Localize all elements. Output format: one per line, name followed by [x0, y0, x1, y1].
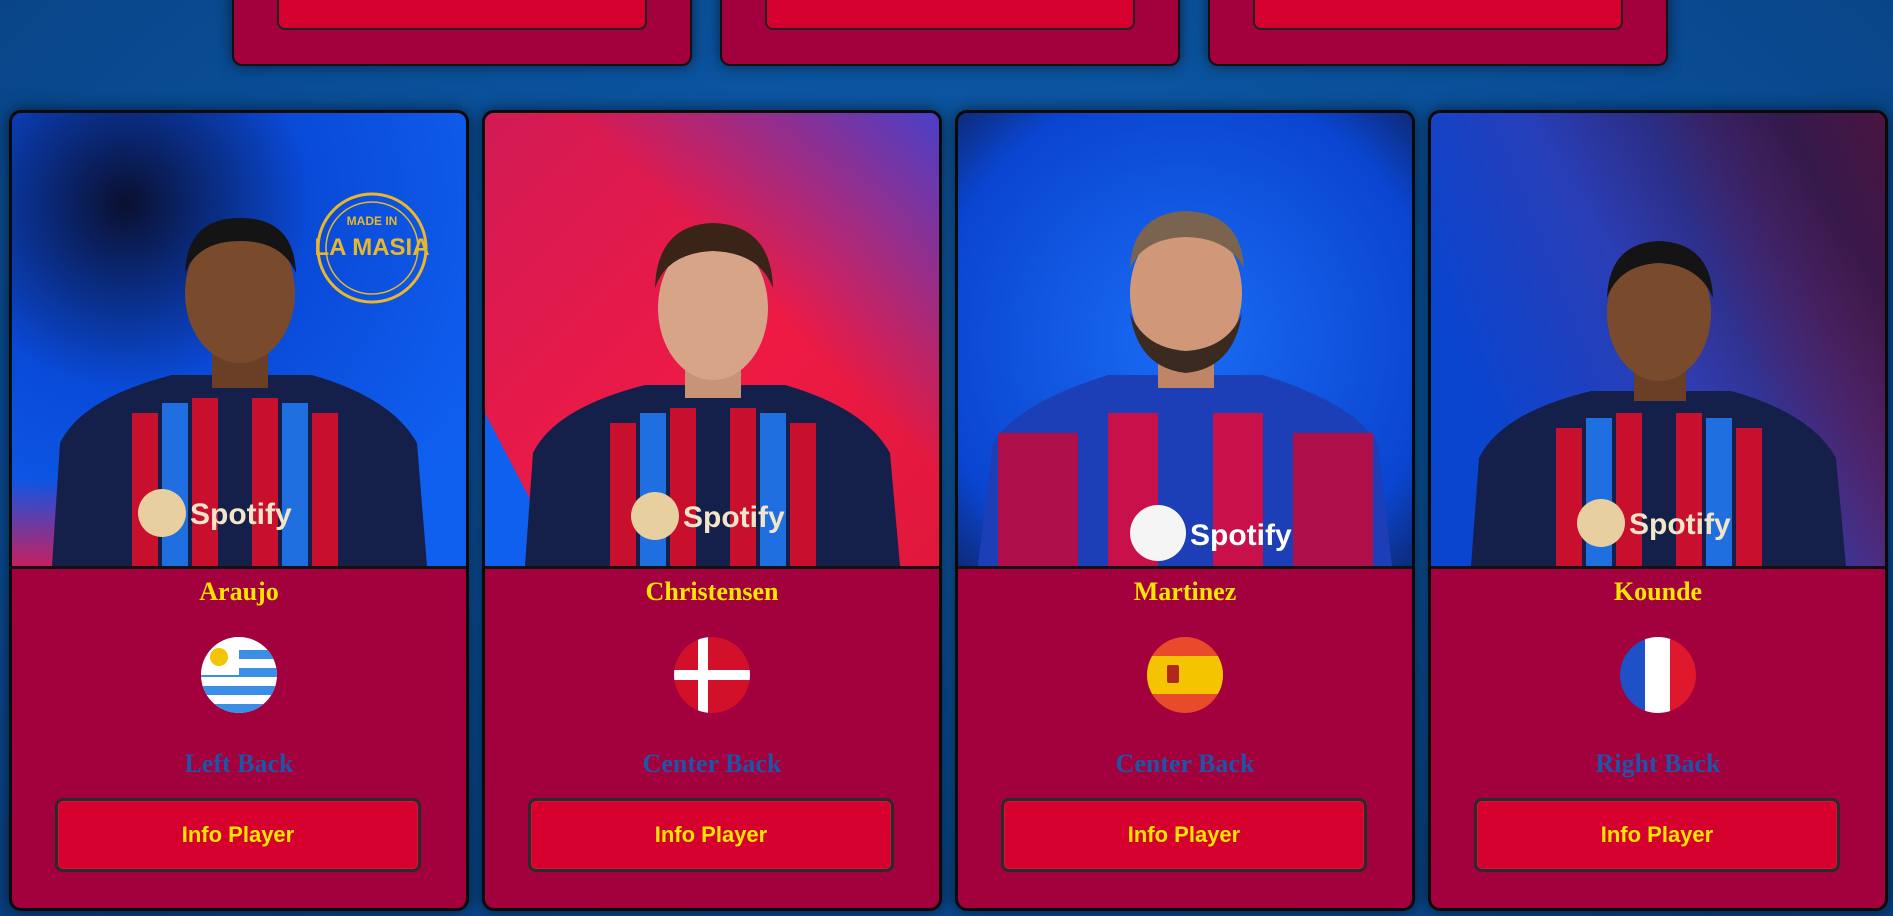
info-player-button[interactable]: Info Player [55, 798, 421, 872]
player-photo: Spotify [485, 113, 939, 569]
player-name: Martinez [1133, 577, 1237, 606]
player-card: Spotify MADE IN LA MASIA Araujo Left Bac [9, 110, 469, 911]
spain-flag-icon [1147, 637, 1223, 713]
sponsor-text: Spotify [1190, 519, 1292, 552]
player-card: Spotify Christensen Center Back Info Pla… [482, 110, 942, 911]
player-card: Spotify Kounde Right Back Info Player [1428, 110, 1888, 911]
sponsor-text: Spotify [683, 501, 785, 534]
player-name: Christensen [645, 577, 779, 606]
badge-line-2: LA MASIA [314, 234, 429, 261]
player-name: Kounde [1613, 577, 1703, 606]
uruguay-flag-icon [201, 637, 277, 713]
info-player-button-partial[interactable] [765, 0, 1135, 30]
info-player-button[interactable]: Info Player [1001, 798, 1367, 872]
player-position: Left Back [184, 749, 294, 778]
info-player-button-partial[interactable] [1253, 0, 1623, 30]
sponsor-text: Spotify [1629, 508, 1731, 541]
player-photo: Spotify MADE IN LA MASIA [12, 113, 466, 569]
player-photo: Spotify [958, 113, 1412, 569]
denmark-flag-icon [674, 637, 750, 713]
badge-line-1: MADE IN [347, 214, 398, 228]
player-position: Center Back [642, 749, 782, 778]
info-player-button[interactable]: Info Player [1474, 798, 1840, 872]
player-position: Right Back [1595, 749, 1721, 778]
player-position: Center Back [1115, 749, 1255, 778]
player-card: Spotify Martinez Center Back Info Player [955, 110, 1415, 911]
info-player-button[interactable]: Info Player [528, 798, 894, 872]
previous-row-card [232, 0, 692, 66]
previous-row-card [1208, 0, 1668, 66]
france-flag-icon [1620, 637, 1696, 713]
previous-row-card [720, 0, 1180, 66]
player-name: Araujo [199, 577, 279, 606]
info-player-button-partial[interactable] [277, 0, 647, 30]
player-photo: Spotify [1431, 113, 1885, 569]
sponsor-text: Spotify [190, 498, 292, 531]
